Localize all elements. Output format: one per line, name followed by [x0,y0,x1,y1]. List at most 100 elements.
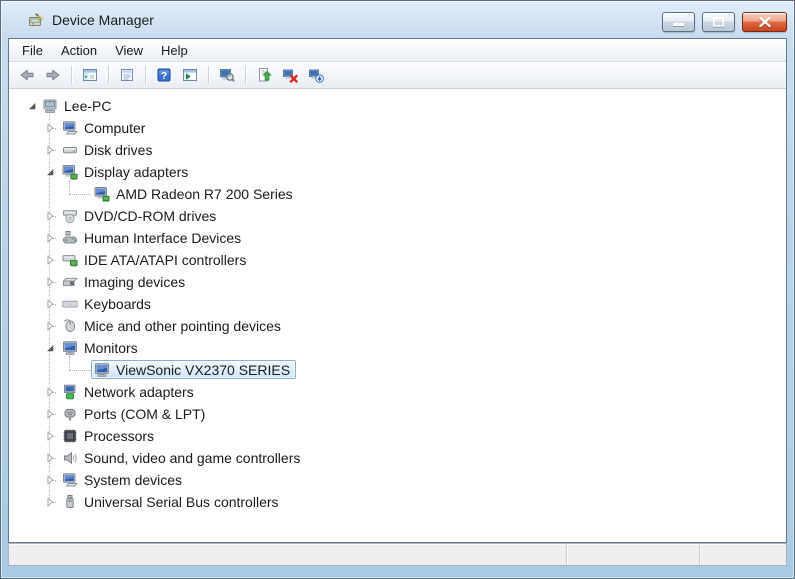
tree-item-content[interactable]: Disk drives [59,140,158,159]
statusbar [8,543,787,566]
menubar: File Action View Help [9,39,786,62]
expander-expanded-icon[interactable] [45,167,55,177]
disable-device-button[interactable] [304,64,328,86]
properties-button[interactable] [115,64,139,86]
imaging-device-icon [62,274,78,290]
tree-item-human-interface-devices[interactable]: Human Interface Devices [9,227,786,249]
statusbar-section [9,544,566,565]
monitor-icon [94,362,110,378]
disk-drive-icon [62,142,78,158]
tree-item-monitors[interactable]: Monitors [9,337,786,359]
tree-item-computer[interactable]: Computer [9,117,786,139]
tree-item-content[interactable]: Mice and other pointing devices [59,316,287,335]
show-action-pane-button[interactable] [178,64,202,86]
expander-collapsed-icon[interactable] [45,299,55,309]
toolbar-separator [208,66,209,84]
tree-item-content[interactable]: Human Interface Devices [59,228,247,247]
expander-collapsed-icon[interactable] [45,233,55,243]
disable-icon [308,67,324,83]
expander-collapsed-icon[interactable] [45,409,55,419]
tree-item-sound-video-and-game-controllers[interactable]: Sound, video and game controllers [9,447,786,469]
tree-item-viewsonic-vx2370-series[interactable]: ViewSonic VX2370 SERIES [9,359,786,381]
tree-item-content[interactable]: Lee-PC [39,96,117,115]
tree-item-label: Display adapters [84,163,189,180]
sound-icon [62,450,78,466]
tree-item-display-adapters[interactable]: Display adapters [9,161,786,183]
tree-item-label: System devices [84,471,183,488]
uninstall-icon [282,67,298,83]
expander-collapsed-icon[interactable] [45,211,55,221]
menu-file[interactable]: File [13,40,52,61]
maximize-button[interactable] [702,12,735,32]
tree-item-network-adapters[interactable]: Network adapters [9,381,786,403]
display-adapter-icon [94,186,110,202]
back-button[interactable] [15,64,39,86]
tree-item-content[interactable]: Processors [59,426,160,445]
tree-item-content[interactable]: Universal Serial Bus controllers [59,492,285,511]
tree-item-ide-ata-atapi-controllers[interactable]: IDE ATA/ATAPI controllers [9,249,786,271]
tree-item-content[interactable]: Ports (COM & LPT) [59,404,211,423]
tree-item-content[interactable]: Display adapters [59,162,194,181]
tree-item-lee-pc[interactable]: Lee-PC [9,95,786,117]
tree-item-universal-serial-bus-controllers[interactable]: Universal Serial Bus controllers [9,491,786,513]
tree-item-label: Sound, video and game controllers [84,449,301,466]
tree-item-mice-and-other-pointing-devices[interactable]: Mice and other pointing devices [9,315,786,337]
expander-collapsed-icon[interactable] [45,321,55,331]
toolbar: ? [9,62,786,89]
tree-item-dvd-cd-rom-drives[interactable]: DVD/CD-ROM drives [9,205,786,227]
expander-collapsed-icon[interactable] [45,123,55,133]
dvd-drive-icon [62,208,78,224]
expander-collapsed-icon[interactable] [45,255,55,265]
minimize-icon [672,17,685,28]
menu-view[interactable]: View [106,40,152,61]
expander-collapsed-icon[interactable] [45,277,55,287]
tree-item-imaging-devices[interactable]: Imaging devices [9,271,786,293]
forward-button[interactable] [41,64,65,86]
tree-item-label: Imaging devices [84,273,186,290]
expander-expanded-icon[interactable] [27,101,37,111]
expander-collapsed-icon[interactable] [45,387,55,397]
help-button[interactable]: ? [152,64,176,86]
expander-collapsed-icon[interactable] [45,145,55,155]
close-button[interactable] [742,12,787,32]
update-driver-button[interactable] [252,64,276,86]
tree-item-content[interactable]: IDE ATA/ATAPI controllers [59,250,252,269]
expander-collapsed-icon[interactable] [45,475,55,485]
tree-item-content[interactable]: AMD Radeon R7 200 Series [91,184,299,203]
help-icon: ? [156,67,172,83]
tree-item-system-devices[interactable]: System devices [9,469,786,491]
tree-item-label: Human Interface Devices [84,229,242,246]
tree-item-processors[interactable]: Processors [9,425,786,447]
scan-hardware-changes-button[interactable] [215,64,239,86]
mouse-icon [62,318,78,334]
tree-item-content[interactable]: Sound, video and game controllers [59,448,306,467]
tree-item-keyboards[interactable]: Keyboards [9,293,786,315]
menu-action[interactable]: Action [52,40,106,61]
uninstall-device-button[interactable] [278,64,302,86]
port-icon [62,406,78,422]
tree-item-content[interactable]: Monitors [59,338,144,357]
tree-item-content[interactable]: Imaging devices [59,272,191,291]
expander-expanded-icon[interactable] [45,343,55,353]
scan-icon [219,67,235,83]
device-tree[interactable]: Lee-PC Computer Disk drives Display adapter… [9,89,786,542]
tree-item-disk-drives[interactable]: Disk drives [9,139,786,161]
tree-item-content[interactable]: Network adapters [59,382,200,401]
tree-item-ports-com-lpt[interactable]: Ports (COM & LPT) [9,403,786,425]
hid-icon [62,230,78,246]
expander-collapsed-icon[interactable] [45,497,55,507]
tree-item-content[interactable]: Computer [59,118,151,137]
usb-controller-icon [62,494,78,510]
selected-tree-item-content[interactable]: ViewSonic VX2370 SERIES [91,360,297,379]
show-console-tree-button[interactable] [78,64,102,86]
tree-item-amd-radeon-r7-200-series[interactable]: AMD Radeon R7 200 Series [9,183,786,205]
menu-help[interactable]: Help [152,40,197,61]
client-area: File Action View Help ? Lee-PC Computer Disk … [8,38,787,543]
tree-item-content[interactable]: Keyboards [59,294,157,313]
expander-collapsed-icon[interactable] [45,431,55,441]
computer-root-icon [42,98,58,114]
tree-item-content[interactable]: System devices [59,470,188,489]
expander-collapsed-icon[interactable] [45,453,55,463]
minimize-button[interactable] [662,12,695,32]
tree-item-content[interactable]: DVD/CD-ROM drives [59,206,222,225]
